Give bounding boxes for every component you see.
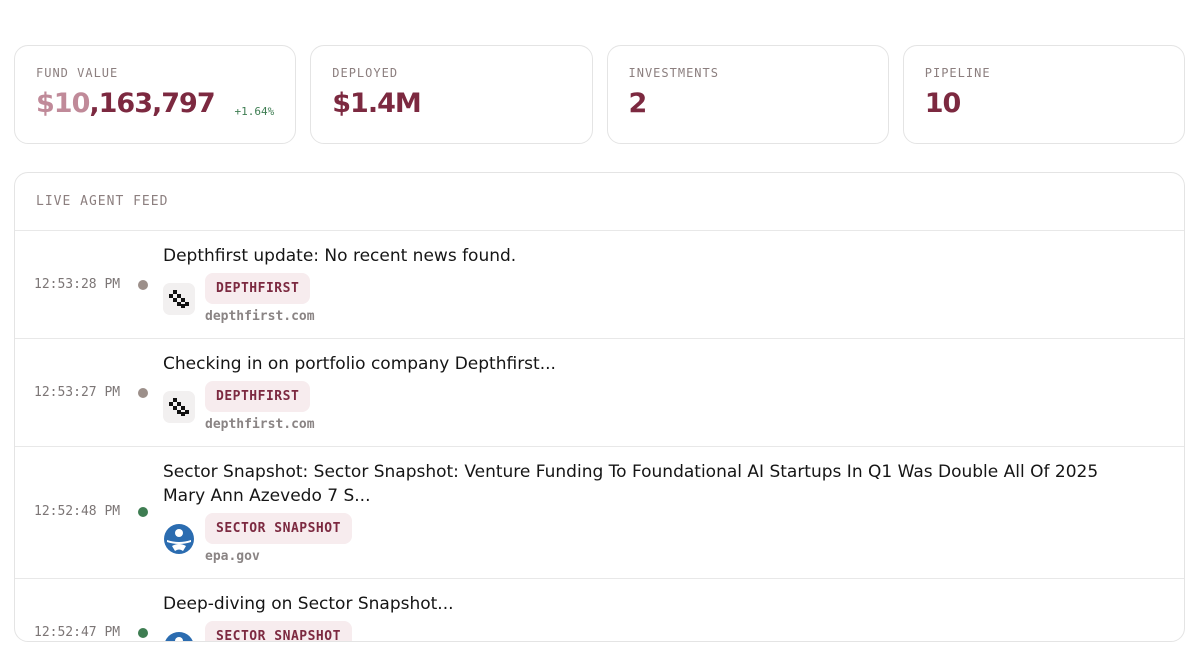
source-row: SECTOR SNAPSHOT epa.gov — [163, 513, 1124, 573]
feed-item[interactable]: 12:52:48 PM Sector Snapshot: Sector Snap… — [15, 447, 1184, 579]
company-tag[interactable]: SECTOR SNAPSHOT — [205, 513, 352, 544]
feed-item-message: Depthfirst update: No recent news found. — [163, 246, 517, 266]
depthfirst-logo-icon — [163, 391, 195, 423]
stat-value: 10 — [924, 88, 962, 119]
source-domain[interactable]: depthfirst.com — [205, 309, 315, 324]
status-dot — [138, 628, 148, 638]
feed-title: LIVE AGENT FEED — [36, 194, 169, 209]
company-tag[interactable]: DEPTHFIRST — [205, 273, 311, 304]
feed-item-message: Checking in on portfolio company Depthfi… — [163, 354, 556, 374]
stat-card-investments: INVESTMENTS 2 — [606, 45, 889, 144]
company-tag[interactable]: DEPTHFIRST — [205, 381, 311, 412]
stat-label: DEPLOYED — [332, 66, 399, 80]
stat-label: PIPELINE — [924, 66, 991, 80]
feed-item-content: Depthfirst update: No recent news found.… — [163, 244, 1124, 333]
epa-logo-icon — [163, 523, 195, 555]
feed-item-time: 12:52:48 PM — [34, 504, 121, 519]
feed-item-content: Checking in on portfolio company Depthfi… — [163, 352, 1124, 441]
status-dot — [138, 280, 148, 290]
stat-value-prefix: $10 — [36, 88, 90, 119]
stat-card-deployed: DEPLOYED $1.4M — [310, 45, 593, 144]
depthfirst-logo-icon — [163, 283, 195, 315]
stat-value-main: ,163,797 — [89, 88, 215, 119]
feed-item[interactable]: 12:52:47 PM Deep-diving on Sector Snapsh… — [15, 579, 1184, 641]
stats-row: FUND VALUE $10,163,797 +1.64% DEPLOYED $… — [14, 45, 1185, 144]
feed-item-time: 12:53:28 PM — [34, 277, 121, 292]
feed-item[interactable]: 12:53:28 PM Depthfirst update: No recent… — [15, 231, 1184, 339]
feed-header: LIVE AGENT FEED — [15, 173, 1184, 231]
stat-label: FUND VALUE — [36, 66, 119, 80]
stat-card-fund-value: FUND VALUE $10,163,797 +1.64% — [14, 45, 297, 144]
stat-delta: +1.64% — [234, 105, 275, 118]
feed-item-time: 12:53:27 PM — [34, 385, 121, 400]
status-dot — [138, 388, 148, 398]
stat-label: INVESTMENTS — [628, 66, 719, 80]
status-dot — [138, 507, 148, 517]
source-domain[interactable]: depthfirst.com — [205, 417, 315, 432]
epa-logo-icon — [163, 631, 195, 641]
feed-item-message: Deep-diving on Sector Snapshot... — [163, 594, 454, 614]
source-row: DEPTHFIRST depthfirst.com — [163, 381, 1124, 441]
stat-card-pipeline: PIPELINE 10 — [902, 45, 1185, 144]
source-row: SECTOR SNAPSHOT — [163, 621, 1124, 641]
feed-item[interactable]: 12:53:27 PM Checking in on portfolio com… — [15, 339, 1184, 447]
feed-item-content: Deep-diving on Sector Snapshot... SECTOR… — [163, 592, 1124, 641]
feed-item-content: Sector Snapshot: Sector Snapshot: Ventur… — [163, 460, 1124, 573]
source-row: DEPTHFIRST depthfirst.com — [163, 273, 1124, 333]
company-tag[interactable]: SECTOR SNAPSHOT — [205, 621, 352, 641]
stat-value: $1.4M — [332, 88, 422, 119]
live-agent-feed[interactable]: LIVE AGENT FEED 12:53:28 PM Depthfirst u… — [14, 172, 1185, 642]
stat-value: 2 — [628, 88, 648, 119]
feed-item-message: Sector Snapshot: Sector Snapshot: Ventur… — [163, 462, 1099, 506]
source-domain[interactable]: epa.gov — [205, 549, 260, 564]
feed-item-time: 12:52:47 PM — [34, 625, 121, 640]
